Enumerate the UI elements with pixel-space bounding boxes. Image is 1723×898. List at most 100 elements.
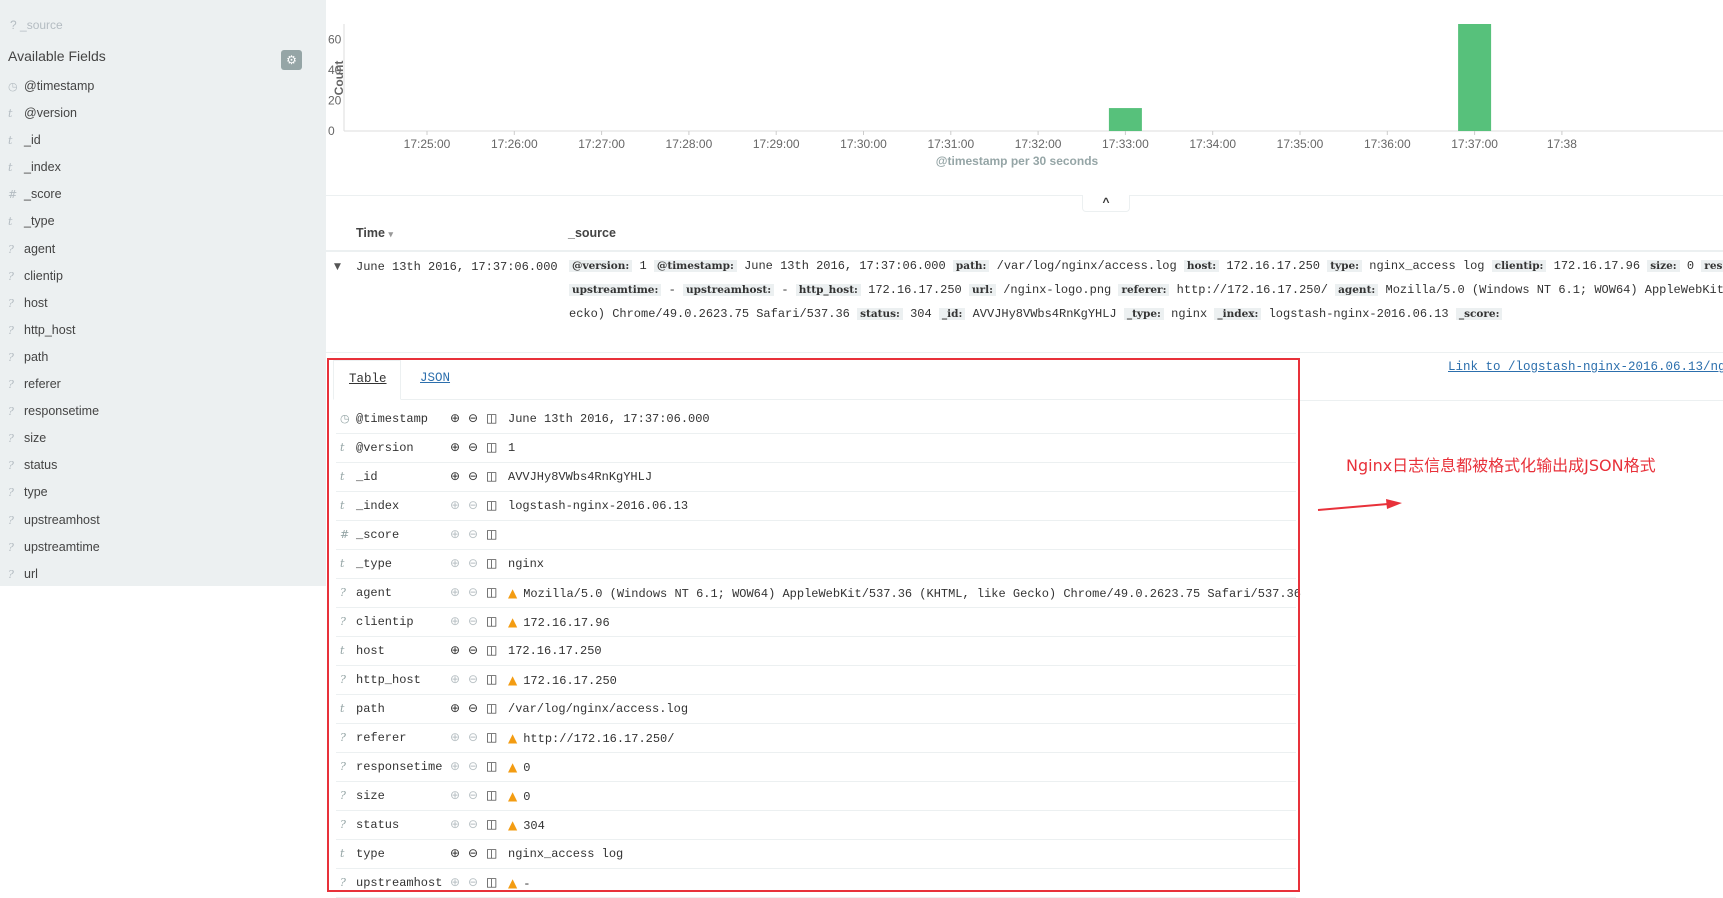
caret-down-icon[interactable]: ▼ [334,262,341,272]
doc-row[interactable]: ▼ June 13th 2016, 17:37:06.000 @version:… [326,252,1723,352]
doc-time: June 13th 2016, 17:37:06.000 [356,260,558,274]
sidebar-field-score[interactable]: # _score [8,184,100,211]
sidebar-field-name: @version [24,106,77,121]
unknown-type-icon: ? [8,296,14,310]
source-key: _type: [1123,308,1164,320]
doc-source-summary: @version: 1 @timestamp: June 13th 2016, … [569,252,1723,326]
x-tick-label: 17:36:00 [1364,137,1411,151]
sidebar-field-size[interactable]: ? size [8,428,100,455]
annotation-box [327,358,1300,892]
sidebar-field-version[interactable]: t @version [8,103,100,130]
sidebar-field-httphost[interactable]: ? http_host [8,320,100,347]
available-fields-list: ◷ @timestamp t @version t _id t _index # _score t _… [8,76,100,591]
histogram-chart: 0 20 40 60 17:25:00 17:26:00 17:27:00 17:28:00 1… [326,0,1723,196]
source-value: /nginx-logo.png [1003,283,1112,297]
sidebar-field-name: _score [24,187,62,202]
sidebar-field-upstreamhost[interactable]: ? upstreamhost [8,510,100,537]
histogram-svg: 020406017:25:00 17:26:00 17:27:00 17:28:00 1… [328,24,1723,168]
source-key: _score: [1455,308,1503,320]
sidebar-field-host[interactable]: ? host [8,293,100,320]
unknown-type-icon: ? [8,350,14,364]
unknown-type-icon: ? [8,242,14,256]
sidebar-field-id[interactable]: t _id [8,130,100,157]
string-type-icon: t [8,107,13,121]
y-tick-label: 0 [328,124,335,138]
source-value: AVVJHy8VWbs4RnKgYHLJ [972,307,1117,321]
sidebar-field-type[interactable]: t _type [8,211,100,238]
histogram-bar [1108,108,1142,131]
x-axis-label: @timestamp per 30 seconds [936,154,1099,168]
sidebar-field-name: upstreamhost [24,512,100,527]
x-tick-label: 17:25:00 [404,137,451,151]
sidebar-field-clientip[interactable]: ? clientip [8,266,100,293]
sidebar-field-type[interactable]: ? type [8,482,100,509]
sidebar-field-name: http_host [24,322,76,337]
source-value: /var/log/nginx/access.log [996,259,1177,273]
sidebar-field-path[interactable]: ? path [8,347,100,374]
sidebar-field-agent[interactable]: ? agent [8,239,100,266]
sidebar-field-status[interactable]: ? status [8,455,100,482]
source-value: 304 [910,307,932,321]
time-column-header[interactable]: Time ▾ [356,226,393,240]
x-tick-label: 17:26:00 [491,137,538,151]
sidebar-field-name: url [24,566,38,581]
sidebar-field-name: responsetime [24,404,100,419]
x-tick-label: 17:29:00 [753,137,800,151]
sidebar-field-name: referer [24,377,61,392]
unknown-type-icon: ? [8,513,14,527]
annotation-note: Nginx日志信息都被格式化输出成JSON格式 [1346,456,1656,475]
source-line: ecko) Chrome/49.0.2623.75 Safari/537.36 … [569,302,1723,326]
sidebar-field-name: status [24,458,58,473]
annotation-arrow-icon [1317,499,1402,511]
link-to-document[interactable]: Link to /logstash-nginx-2016.06.13/ngin [1448,360,1723,374]
string-type-icon: t [8,134,13,148]
x-tick-label: 17:28:00 [666,137,713,151]
source-key: _index: [1214,308,1262,320]
source-value: 0 [1686,259,1695,273]
source-column-header: _source [568,226,616,240]
unknown-type-icon: ? [8,486,14,500]
sidebar-field-name: upstreamtime [24,539,100,554]
source-key: @version: [569,260,633,272]
source-key: host: [1183,260,1220,272]
source-key: agent: [1335,284,1379,296]
sidebar-field-timestamp[interactable]: ◷ @timestamp [8,76,100,103]
source-value: 172.16.17.96 [1553,259,1641,273]
source-key: referer: [1118,284,1170,296]
sidebar-field-name: size [24,431,47,446]
unknown-type-icon: ? [8,405,14,419]
source-value: nginx_access log [1369,259,1485,273]
sidebar-field-name: type [24,485,48,500]
sort-down-icon: ▾ [388,229,393,239]
gear-icon[interactable]: ⚙ [281,50,302,70]
sidebar-field-name: _index [24,160,61,175]
source-field[interactable]: ? _source [10,18,63,32]
collapse-chart-button[interactable]: ^ [1082,195,1130,212]
source-key: size: [1647,260,1680,272]
unknown-type-icon: ? [8,378,14,392]
chart-divider [326,195,1723,196]
unknown-type-icon: ? [8,323,14,337]
sidebar-field-upstreamtime[interactable]: ? upstreamtime [8,537,100,564]
doc-divider [326,352,1723,353]
unknown-type-icon: ? [8,540,14,554]
unknown-type-icon: ? [8,459,14,473]
link-divider [1298,400,1723,401]
source-key: clientip: [1491,260,1547,272]
sidebar-field-responsetime[interactable]: ? responsetime [8,401,100,428]
x-tick-label: 17:38 [1547,137,1577,151]
doc-table-header: Time ▾ _source [326,222,1723,246]
x-tick-label: 17:32:00 [1015,137,1062,151]
sidebar-field-index[interactable]: t _index [8,157,100,184]
sidebar-field-referer[interactable]: ? referer [8,374,100,401]
sidebar-field-url[interactable]: ? url [8,564,100,591]
y-tick-label: 60 [328,32,342,46]
unknown-type-icon: ? [8,432,14,446]
source-value: ecko) Chrome/49.0.2623.75 Safari/537.36 [569,307,850,321]
source-value: 172.16.17.250 [868,283,962,297]
unknown-type-icon: ? [8,567,14,581]
source-value: - [668,283,676,297]
histogram-bar [1458,24,1492,131]
x-tick-label: 17:35:00 [1277,137,1324,151]
source-key: type: [1327,260,1363,272]
